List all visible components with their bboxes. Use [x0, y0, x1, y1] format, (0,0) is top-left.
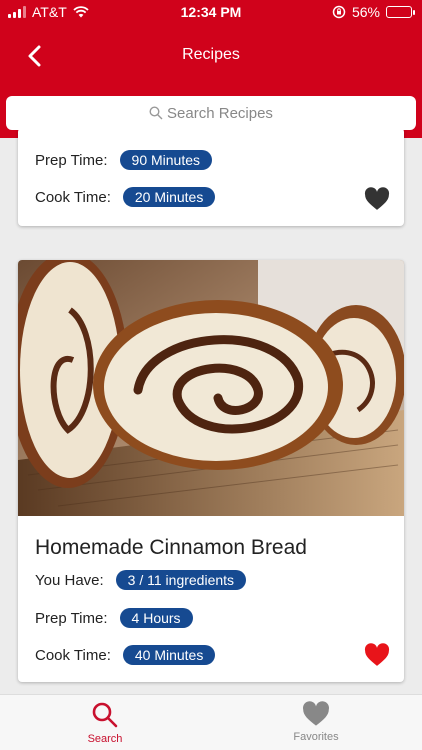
prep-time-badge: 4 Hours — [119, 608, 193, 628]
search-input[interactable]: Search Recipes — [6, 96, 416, 130]
prep-time-row: Prep Time: 4 Hours — [35, 608, 193, 628]
tab-favorites[interactable]: Favorites — [266, 701, 366, 743]
heart-icon — [303, 701, 329, 726]
recipe-card[interactable]: Prep Time: 90 Minutes Cook Time: 20 Minu… — [18, 128, 404, 226]
battery-icon — [386, 6, 415, 18]
tab-search[interactable]: Search — [55, 701, 155, 745]
tab-favorites-label: Favorites — [293, 731, 339, 743]
cook-time-badge: 20 Minutes — [122, 187, 216, 207]
search-icon — [149, 106, 163, 120]
you-have-label: You Have: — [35, 571, 104, 589]
tab-search-label: Search — [87, 733, 123, 745]
recipe-photo — [18, 260, 404, 516]
status-right: 56% — [332, 4, 415, 20]
battery-percent: 56% — [351, 4, 380, 20]
status-bar: AT&T 12:34 PM 56% — [0, 0, 422, 24]
prep-time-row: Prep Time: 90 Minutes — [35, 150, 213, 170]
favorite-heart-icon[interactable] — [364, 643, 390, 667]
search-icon — [92, 702, 118, 728]
cook-time-row: Cook Time: 20 Minutes — [35, 187, 216, 207]
recipe-card[interactable]: Homemade Cinnamon Bread You Have: 3 / 11… — [18, 260, 404, 682]
page-title: Recipes — [182, 46, 240, 63]
cook-time-label: Cook Time: — [35, 646, 111, 664]
ingredients-badge: 3 / 11 ingredients — [115, 570, 247, 590]
cook-time-badge: 40 Minutes — [122, 645, 216, 665]
recipe-title: Homemade Cinnamon Bread — [35, 536, 307, 559]
cook-time-label: Cook Time: — [35, 188, 111, 206]
search-placeholder: Search Recipes — [167, 104, 273, 122]
orientation-lock-icon — [332, 5, 346, 19]
prep-time-label: Prep Time: — [35, 609, 108, 627]
cook-time-row: Cook Time: 40 Minutes — [35, 645, 216, 665]
prep-time-label: Prep Time: — [35, 151, 108, 169]
tab-bar: Search Favorites — [0, 694, 422, 750]
ingredients-row: You Have: 3 / 11 ingredients — [35, 570, 247, 590]
favorite-heart-icon[interactable] — [364, 187, 390, 211]
navbar: Recipes — [0, 32, 422, 80]
prep-time-badge: 90 Minutes — [119, 150, 213, 170]
